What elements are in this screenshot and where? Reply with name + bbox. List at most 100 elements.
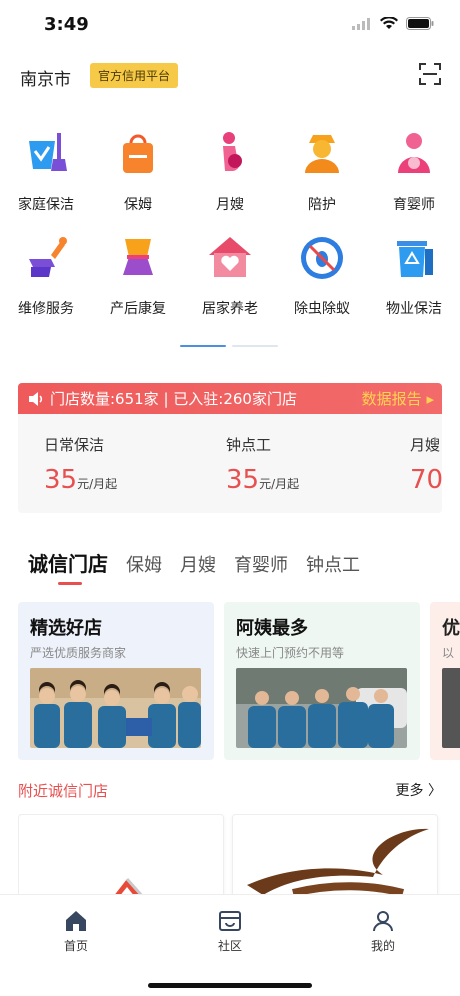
home-icon xyxy=(66,911,86,931)
promo-card-third[interactable]: 优 以 xyxy=(430,602,460,760)
tab-trusted-stores[interactable]: 诚信门店 xyxy=(28,548,108,577)
tab-bar-home[interactable]: 首页 xyxy=(36,909,116,954)
service-label: 家庭保洁 xyxy=(18,197,74,213)
tab-nanny[interactable]: 保姆 xyxy=(126,551,162,577)
speaker-icon xyxy=(29,391,43,406)
price-item[interactable]: 钟点工 35元/月起 xyxy=(226,434,299,495)
price-value: 70 xyxy=(410,465,442,495)
wrench-hand-icon xyxy=(20,232,72,284)
tab-bar-label: 我的 xyxy=(370,939,395,953)
service-label: 产后康复 xyxy=(110,301,166,317)
house-heart-icon xyxy=(204,232,256,284)
price-row: 日常保洁 35元/月起 钟点工 35元/月起 月嫂 70 xyxy=(18,414,442,513)
staff-photo xyxy=(236,668,407,748)
scan-icon[interactable] xyxy=(418,62,442,86)
service-item-pest[interactable]: 除虫除蚁 xyxy=(276,232,368,336)
service-item-repair[interactable]: 维修服务 xyxy=(0,232,92,336)
service-label: 除虫除蚁 xyxy=(294,301,350,317)
service-label: 陪护 xyxy=(308,197,336,213)
promo-card-featured[interactable]: 精选好店 严选优质服务商家 xyxy=(18,602,214,760)
status-bar: 3:49 xyxy=(0,0,460,48)
staff-photo xyxy=(442,668,460,748)
service-row: 维修服务 产后康复 居家养老 除虫除蚁 物业保洁 xyxy=(0,232,460,336)
store-logo xyxy=(113,878,145,898)
price-name: 月嫂 xyxy=(410,436,441,454)
tab-maternity[interactable]: 月嫂 xyxy=(180,551,216,577)
mother-baby-icon xyxy=(388,128,440,180)
service-label: 居家养老 xyxy=(202,301,258,317)
chevron-right-icon: 〉 xyxy=(428,783,442,799)
service-item-property[interactable]: 物业保洁 xyxy=(368,232,460,336)
service-row: 家庭保洁 保姆 月嫂 陪护 育婴师 xyxy=(0,128,460,232)
recycle-bin-icon xyxy=(388,232,440,284)
profile-icon xyxy=(373,911,393,932)
service-label: 物业保洁 xyxy=(386,301,442,317)
triangle-right-icon: ▸ xyxy=(426,390,434,408)
promo-subtitle: 以 xyxy=(442,646,455,660)
service-item-escort[interactable]: 陪护 xyxy=(276,128,368,232)
page-dot xyxy=(232,345,278,347)
tab-nursery[interactable]: 育婴师 xyxy=(234,551,288,577)
service-item-maternity[interactable]: 月嫂 xyxy=(184,128,276,232)
bottom-tab-bar: 首页 社区 我的 xyxy=(0,894,460,996)
category-tabs: 诚信门店 保姆 月嫂 育婴师 钟点工 xyxy=(28,548,378,577)
nearby-header: 附近诚信门店 更多 〉 xyxy=(18,780,442,801)
tab-hourly[interactable]: 钟点工 xyxy=(306,551,360,577)
promo-title: 精选好店 xyxy=(30,618,102,639)
status-time: 3:49 xyxy=(44,14,89,35)
page-indicator xyxy=(180,345,278,347)
more-link[interactable]: 更多 〉 xyxy=(396,780,442,800)
home-indicator xyxy=(148,983,312,988)
service-item-postpartum[interactable]: 产后康复 xyxy=(92,232,184,336)
official-badge: 官方信用平台 xyxy=(90,63,179,88)
price-value: 35元/月起 xyxy=(44,465,118,495)
staff-photo xyxy=(30,668,201,748)
promo-carousel: 精选好店 严选优质服务商家 阿姨最多 快速上门预约不用等 优 以 xyxy=(18,602,460,760)
cleaning-bucket-icon xyxy=(20,128,72,180)
service-item-nanny[interactable]: 保姆 xyxy=(92,128,184,232)
tab-bar-label: 首页 xyxy=(63,939,88,953)
no-bug-icon xyxy=(296,232,348,284)
service-label: 月嫂 xyxy=(216,197,244,213)
tab-bar-profile[interactable]: 我的 xyxy=(343,909,423,954)
status-icons xyxy=(352,17,434,30)
data-report-link[interactable]: 数据报告 ▸ xyxy=(362,388,434,409)
stats-card: 门店数量:651家 | 已入驻:260家门店 数据报告 ▸ 日常保洁 35元/月… xyxy=(18,383,442,513)
service-item-nursery[interactable]: 育婴师 xyxy=(368,128,460,232)
price-name: 钟点工 xyxy=(226,436,272,454)
service-item-elderly[interactable]: 居家养老 xyxy=(184,232,276,336)
tab-bar-label: 社区 xyxy=(217,939,242,953)
nearby-title: 附近诚信门店 xyxy=(18,782,109,800)
battery-icon xyxy=(406,17,434,30)
page-dot-active xyxy=(180,345,226,347)
caregiver-icon xyxy=(296,128,348,180)
header: 南京市 官方信用平台 xyxy=(0,58,460,98)
service-label: 保姆 xyxy=(124,197,152,213)
promo-subtitle: 严选优质服务商家 xyxy=(30,646,127,660)
store-logo xyxy=(247,828,429,897)
pregnant-woman-icon xyxy=(204,128,256,180)
shopping-bag-icon xyxy=(112,128,164,180)
waist-icon xyxy=(112,232,164,284)
service-grid: 家庭保洁 保姆 月嫂 陪护 育婴师 维修服务 产后康复 居家养老 除虫除蚁 物业… xyxy=(0,128,460,336)
city-selector[interactable]: 南京市 xyxy=(20,65,71,90)
promo-card-most-staff[interactable]: 阿姨最多 快速上门预约不用等 xyxy=(224,602,420,760)
service-item-cleaning[interactable]: 家庭保洁 xyxy=(0,128,92,232)
price-value: 35元/月起 xyxy=(226,465,300,495)
promo-title: 阿姨最多 xyxy=(236,618,308,639)
promo-title: 优 xyxy=(442,618,460,639)
price-item[interactable]: 日常保洁 35元/月起 xyxy=(44,434,117,495)
service-label: 育婴师 xyxy=(393,197,435,213)
tab-bar-community[interactable]: 社区 xyxy=(190,909,270,954)
store-card[interactable] xyxy=(232,814,438,904)
service-label: 维修服务 xyxy=(18,301,74,317)
price-item[interactable]: 月嫂 70 xyxy=(410,434,442,495)
promo-subtitle: 快速上门预约不用等 xyxy=(236,646,345,660)
stats-banner: 门店数量:651家 | 已入驻:260家门店 数据报告 ▸ xyxy=(18,383,442,414)
community-icon xyxy=(219,911,241,931)
price-name: 日常保洁 xyxy=(44,436,105,454)
active-tab-underline xyxy=(58,582,82,585)
nearby-store-list xyxy=(18,814,460,904)
store-count-text: 门店数量:651家 | 已入驻:260家门店 xyxy=(50,390,297,408)
store-card[interactable] xyxy=(18,814,224,904)
